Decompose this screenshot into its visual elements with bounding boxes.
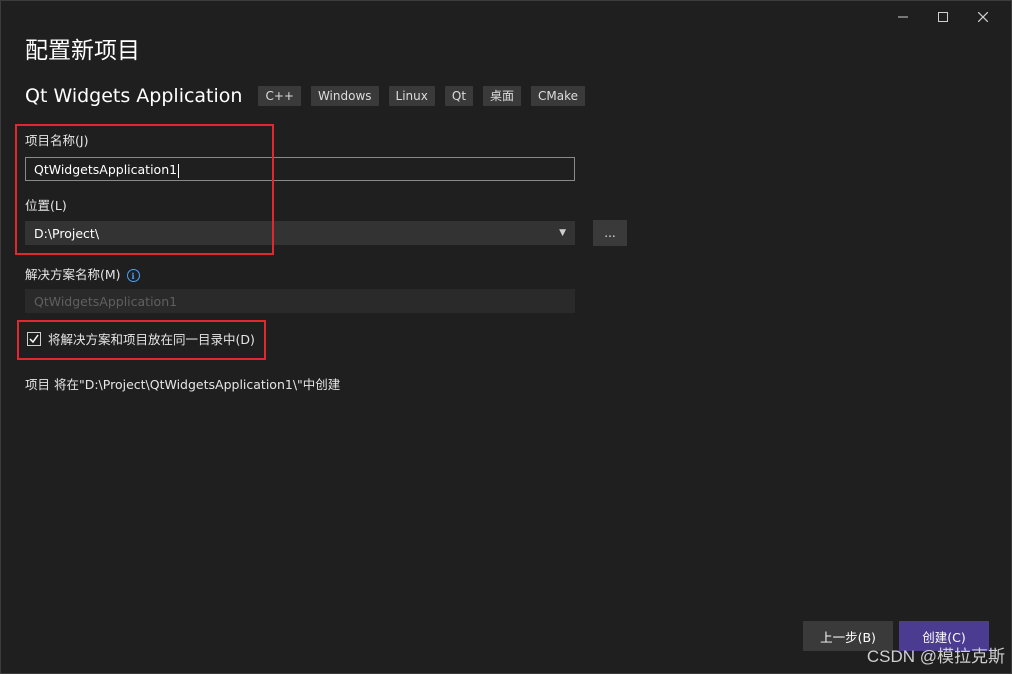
highlight-box-name-location bbox=[15, 124, 274, 255]
creation-path-info: 项目 将在"D:\Project\QtWidgetsApplication1\"… bbox=[25, 377, 341, 392]
info-icon[interactable]: i bbox=[126, 269, 140, 282]
tag-cpp: C++ bbox=[258, 86, 301, 106]
solution-name-label: 解决方案名称(M) bbox=[25, 267, 121, 282]
browse-button[interactable]: ... bbox=[593, 220, 627, 246]
template-header: Qt Widgets Application C++ Windows Linux… bbox=[25, 85, 595, 107]
dropdown-arrow-icon[interactable]: ▼ bbox=[559, 228, 566, 238]
solution-name-label-row: 解决方案名称(M) i bbox=[25, 264, 140, 283]
solution-name-input: QtWidgetsApplication1 bbox=[25, 289, 575, 313]
dialog-window: 配置新项目 Qt Widgets Application C++ Windows… bbox=[0, 0, 1012, 674]
watermark: CSDN @模拉克斯 bbox=[866, 647, 1005, 666]
tag-desktop: 桌面 bbox=[483, 86, 522, 106]
window-controls bbox=[883, 7, 1003, 27]
tag-qt: Qt bbox=[444, 86, 474, 106]
page-title: 配置新项目 bbox=[25, 38, 140, 64]
maximize-icon[interactable] bbox=[923, 7, 963, 27]
tag-windows: Windows bbox=[310, 86, 379, 106]
tag-cmake: CMake bbox=[531, 86, 586, 106]
template-name: Qt Widgets Application bbox=[25, 85, 243, 107]
minimize-icon[interactable] bbox=[883, 7, 923, 27]
solution-name-value: QtWidgetsApplication1 bbox=[34, 294, 178, 309]
highlight-box-checkbox bbox=[17, 320, 266, 360]
close-icon[interactable] bbox=[963, 7, 1003, 27]
tag-linux: Linux bbox=[388, 86, 435, 106]
